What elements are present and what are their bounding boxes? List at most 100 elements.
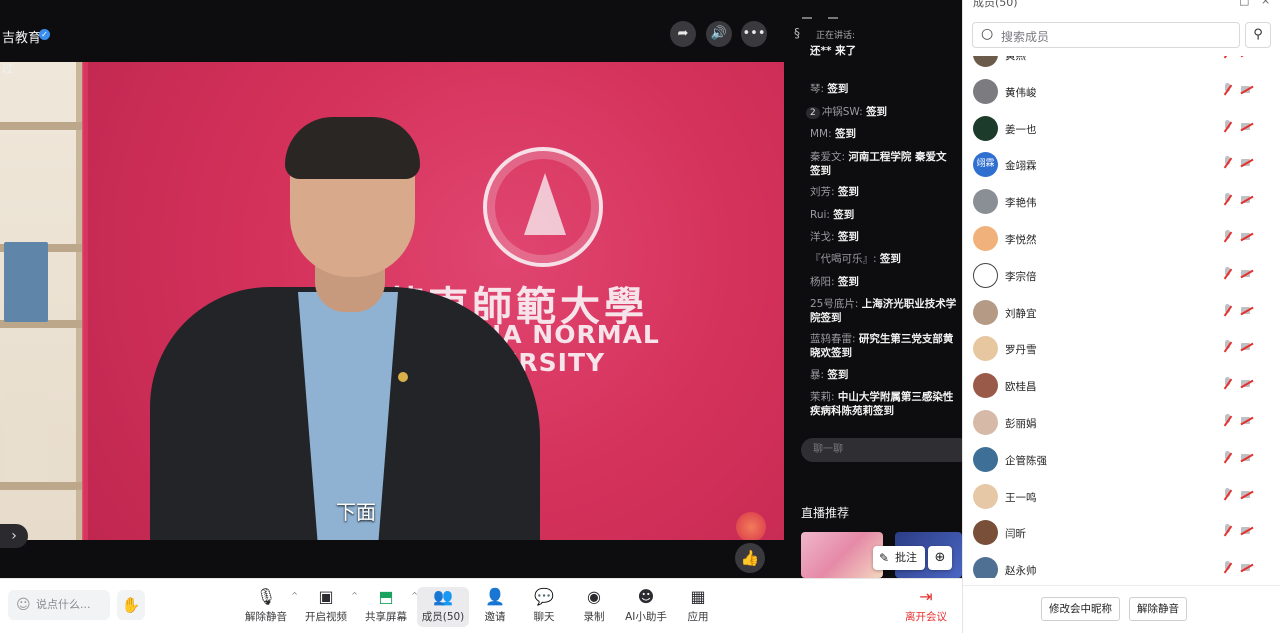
more-dots-icon[interactable]: ••• [741, 21, 767, 47]
mic-muted-icon[interactable] [1222, 82, 1233, 97]
member-row[interactable]: 姜一也 [963, 112, 1280, 148]
camera-off-icon[interactable] [1240, 158, 1254, 168]
unmute-all-button[interactable]: 解除静音 [1129, 597, 1187, 621]
share-screen-button[interactable]: ⬒ 共享屏幕 ^ [360, 587, 418, 627]
chevron-up-icon[interactable]: ^ [291, 591, 298, 600]
mic-muted-icon[interactable] [1222, 119, 1233, 134]
member-row[interactable]: 李艳伟 [963, 185, 1280, 221]
member-row[interactable]: 罗丹雪 [963, 332, 1280, 368]
expand-panel-chevron-icon[interactable]: › [0, 524, 28, 548]
chat-message: 暴: 签到 [810, 369, 849, 381]
close-icon[interactable]: × [1261, 0, 1270, 7]
chevron-up-icon[interactable]: ^ [351, 591, 358, 600]
member-row[interactable]: 黄燕 [963, 56, 1280, 74]
member-row[interactable]: 企管陈强 [963, 443, 1280, 479]
mic-muted-icon[interactable] [1222, 230, 1233, 244]
avatar [973, 410, 998, 435]
member-name: 王一鸣 [1005, 491, 1037, 504]
meeting-toolbar: ☺ 说点什么... ✋ 🎙 解除静音 ^ ▣ 开启视频 ^ ⬒ 共享屏幕 ^ 👥… [0, 578, 962, 633]
avatar [973, 336, 998, 362]
mic-muted-icon[interactable] [1222, 266, 1233, 281]
member-row[interactable]: 李悦然 [963, 222, 1280, 258]
camera-off-icon[interactable] [1240, 232, 1254, 242]
top-left-label: 过 [2, 62, 13, 75]
apps-button[interactable]: ▦ 应用 [672, 587, 724, 627]
mic-muted-icon[interactable] [1222, 487, 1233, 502]
member-row[interactable]: 李宗倍 [963, 259, 1280, 295]
mic-muted-icon[interactable] [1222, 450, 1233, 465]
member-row[interactable]: 赵永帅 [963, 553, 1280, 578]
say-something-input[interactable]: ☺ 说点什么... [8, 590, 110, 620]
record-button[interactable]: ◉ 录制 [568, 587, 620, 627]
member-row[interactable]: 刘静宜 [963, 296, 1280, 332]
mic-muted-icon[interactable] [1222, 340, 1233, 354]
rename-nickname-button[interactable]: 修改会中昵称 [1041, 597, 1120, 621]
members-panel-title: 成员(50) [973, 0, 1018, 9]
member-row[interactable]: 欧桂昌 [963, 369, 1280, 405]
ai-assistant-button[interactable]: ☻ AI小助手 [620, 587, 672, 627]
zoom-in-icon[interactable]: ⊕ [928, 546, 952, 570]
member-row[interactable]: 闫昕 [963, 516, 1280, 552]
member-search-input[interactable]: ○ 搜索成员 [972, 22, 1240, 48]
camera-off-icon[interactable] [1240, 526, 1254, 536]
member-row[interactable]: 彭丽娟 [963, 406, 1280, 442]
raise-hand-icon[interactable]: ✋ [117, 590, 145, 620]
unmute-button[interactable]: 🎙 解除静音 ^ [240, 587, 298, 627]
avatar [973, 78, 998, 104]
member-name: 刘静宜 [1005, 307, 1037, 320]
camera-off-icon[interactable] [1240, 453, 1254, 463]
avatar [973, 226, 998, 251]
volume-icon[interactable]: 🔊 [706, 21, 732, 47]
avatar [973, 557, 998, 578]
camera-off-icon[interactable] [1240, 195, 1254, 205]
member-row[interactable]: 黄伟峻 [963, 75, 1280, 111]
invite-button[interactable]: 👤 邀请 [469, 587, 521, 627]
mic-muted-icon[interactable] [1222, 414, 1233, 428]
chat-message: MM: 签到 [810, 128, 856, 140]
camera-off-icon[interactable] [1240, 56, 1254, 58]
camera-off-icon[interactable] [1240, 122, 1254, 131]
members-panel: 成员(50) □ × ○ 搜索成员 ⚲ 黄燕 黄伟峻 姜一也 翊霖 金翊霖 李艳伟 李悦然李… [962, 0, 1280, 633]
like-thumb-icon[interactable]: 👍 [735, 543, 765, 573]
avatar [973, 446, 998, 472]
avatar [973, 56, 998, 67]
mic-muted-icon[interactable] [1222, 56, 1233, 60]
mic-muted-icon[interactable] [1222, 193, 1233, 207]
exit-door-icon: ⇥ [919, 587, 933, 606]
share-arrow-icon[interactable]: ➦ [670, 21, 696, 47]
annotate-button[interactable]: ✎ 批注 [873, 546, 925, 570]
members-footer: 修改会中昵称 解除静音 [963, 585, 1280, 633]
chat-input[interactable]: 聊一聊 [801, 438, 962, 462]
camera-off-icon[interactable] [1240, 563, 1254, 573]
camera-off-icon[interactable] [1240, 269, 1254, 279]
video-frame[interactable]: 華東師範大學 INA NORMAL VERSITY 下面 [0, 62, 784, 540]
leave-meeting-button[interactable]: ⇥ 离开会议 [900, 587, 952, 627]
chat-message: 秦爱文: 河南工程学院 秦爱文 签到 [810, 151, 947, 177]
chat-button[interactable]: 💬 聊天 [518, 587, 570, 627]
mic-muted-icon[interactable] [1222, 303, 1233, 318]
members-button[interactable]: 👥 成员(50) [417, 587, 469, 627]
mic-muted-icon[interactable] [1222, 561, 1233, 575]
camera-off-icon[interactable] [1240, 379, 1254, 389]
mic-muted-icon[interactable] [1222, 524, 1233, 538]
member-row[interactable]: 王一鸣 [963, 480, 1280, 516]
member-name: 闫昕 [1005, 528, 1026, 541]
mic-muted-icon[interactable] [1222, 156, 1233, 170]
chat-message: 茉莉: 中山大学附属第三感染性疾病科陈苑莉签到 [810, 391, 954, 417]
restore-window-icon[interactable]: □ [1239, 0, 1249, 7]
member-row[interactable]: 翊霖 金翊霖 [963, 148, 1280, 184]
member-list: 黄燕 黄伟峻 姜一也 翊霖 金翊霖 李艳伟 李悦然 李宗倍刘静宜罗丹雪 欧桂昌 彭丽娟 企管陈强王一… [963, 56, 1280, 578]
chat-column: § 正在讲话: 还** 来了 琴: 签到 2 冲锅SW: 签到 MM: 签到 秦爱… [784, 0, 962, 578]
camera-off-icon[interactable] [1240, 306, 1254, 315]
host-name: 吉教育 [2, 31, 42, 46]
camera-off-icon[interactable] [1240, 416, 1254, 426]
camera-off-icon[interactable] [1240, 342, 1254, 352]
add-user-icon[interactable]: ⚲ [1245, 22, 1271, 48]
mic-muted-icon[interactable] [1222, 377, 1233, 391]
camera-off-icon[interactable] [1240, 490, 1254, 499]
live-recommend-thumbnail[interactable] [801, 532, 883, 578]
avatar [973, 189, 998, 215]
camera-off-icon[interactable] [1240, 85, 1254, 95]
start-video-button[interactable]: ▣ 开启视频 ^ [300, 587, 358, 627]
bookshelf [0, 62, 82, 540]
